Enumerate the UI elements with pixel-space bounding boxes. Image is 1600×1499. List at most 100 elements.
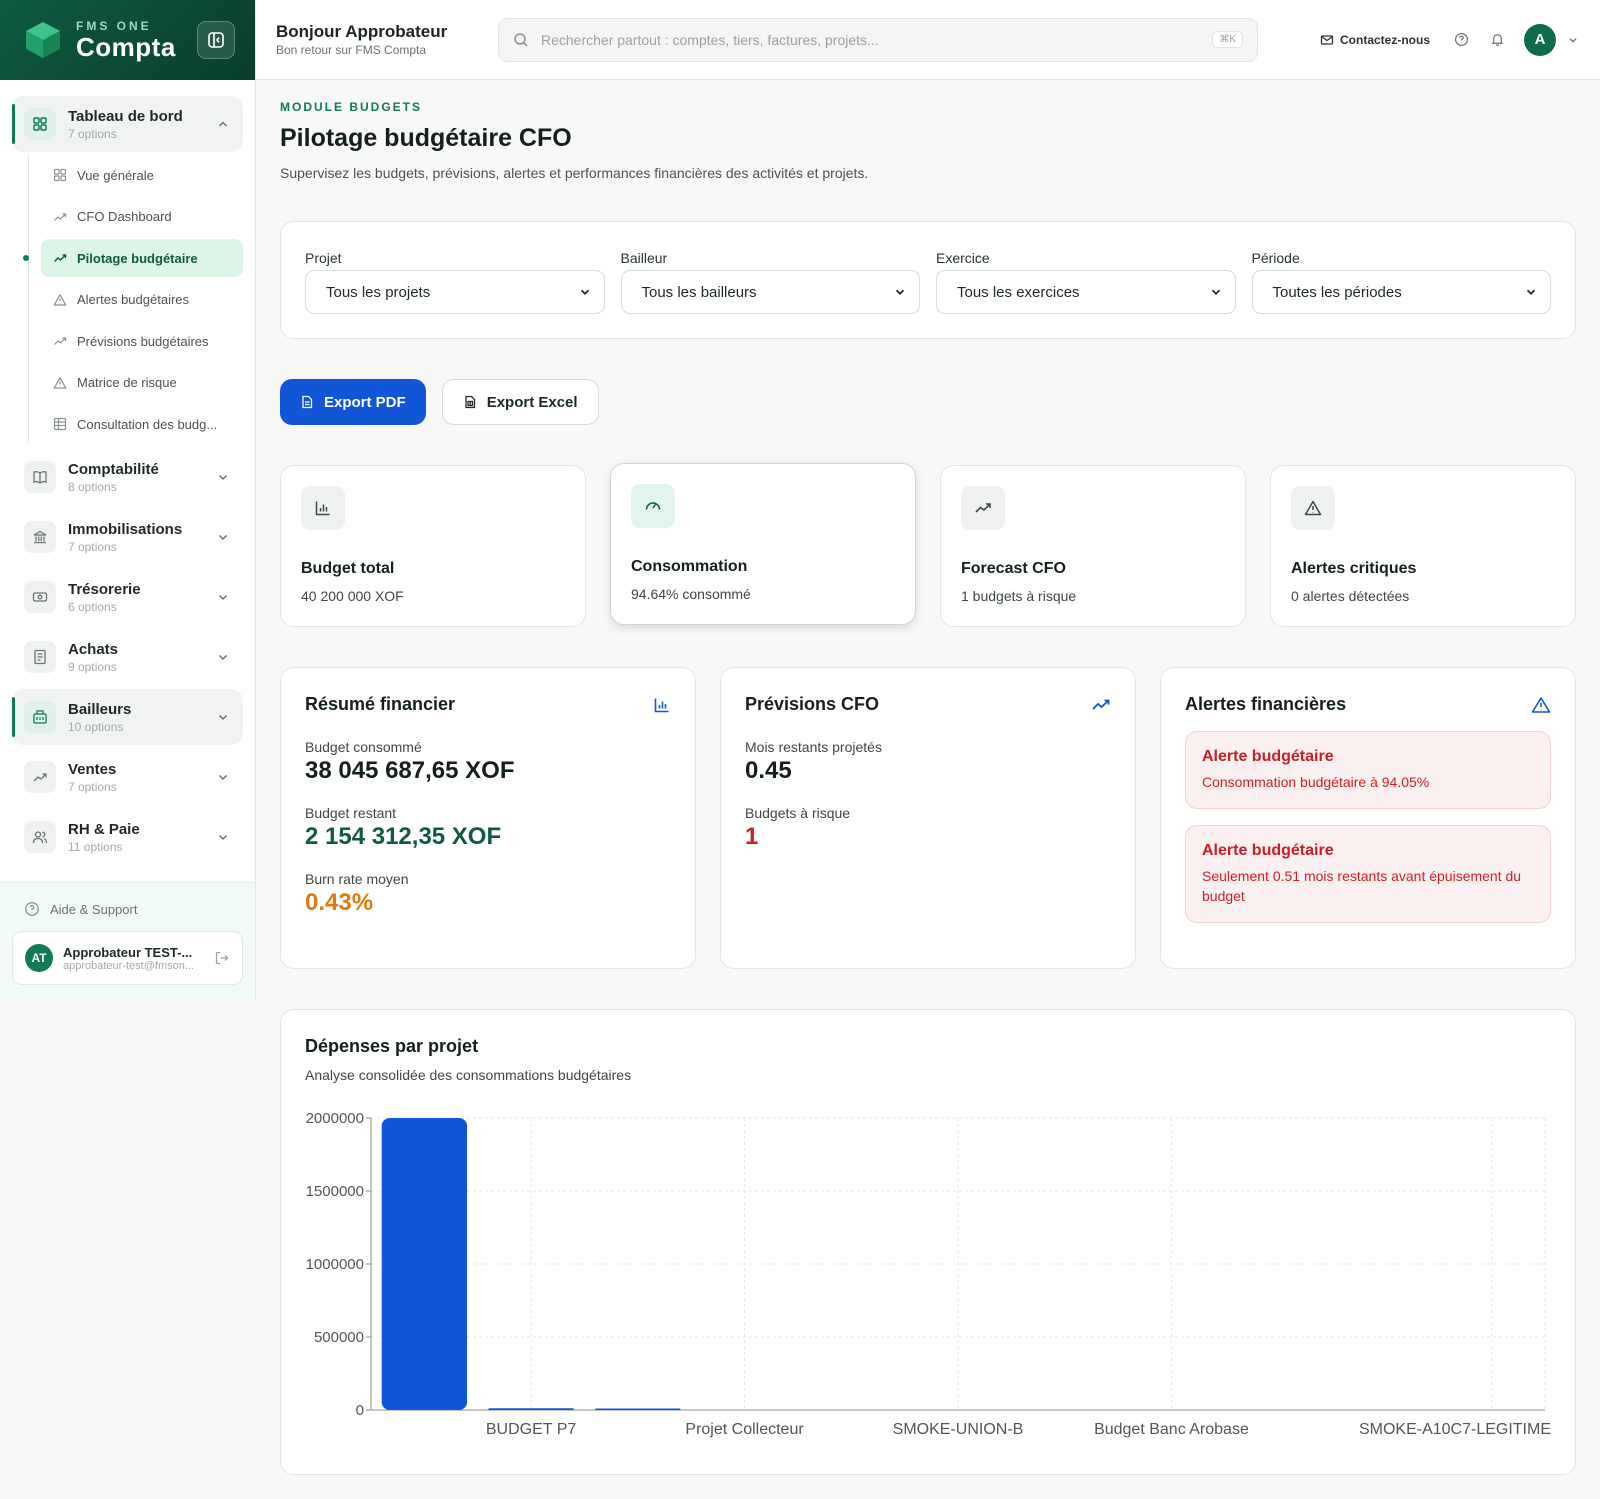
sidebar-group-count: 6 options [68, 599, 117, 614]
y-tick-label: 0 [356, 1402, 364, 1419]
sidebar-group-bailleurs[interactable]: Bailleurs 10 options [12, 689, 243, 745]
kpi-consommation[interactable]: Consommation 94.64% consommé [610, 463, 916, 625]
filter-label: Période [1251, 250, 1300, 266]
expenses-bar-chart: 0 500000 1000000 1500000 2000000 BUDGET P7 Pro… [306, 1110, 1551, 1438]
select-value: Tous les exercices [957, 283, 1080, 301]
metric-label: Burn rate moyen [305, 871, 409, 887]
sidebar-group-tableau-de-bord[interactable]: Tableau de bord 7 options [12, 96, 243, 152]
sidebar-group-count: 7 options [68, 539, 117, 554]
chevron-down-icon [218, 594, 228, 601]
trend-icon [54, 337, 67, 345]
kpi-budget-total[interactable]: Budget total 40 200 000 XOF [280, 465, 586, 627]
collapse-sidebar-button[interactable] [197, 21, 235, 59]
sidebar-group-label: Comptabilité [68, 460, 159, 478]
building-icon [24, 701, 56, 733]
main-content: MODULE BUDGETS Pilotage budgétaire CFO S… [280, 80, 1576, 1475]
sidebar-item-pilotage-budgetaire[interactable]: Pilotage budgétaire [23, 239, 243, 277]
kpi-title: Alertes critiques [1291, 560, 1417, 577]
select-value: Toutes les périodes [1272, 283, 1402, 301]
sidebar-group-label: RH & Paie [68, 820, 140, 838]
sidebar-item-cfo-dashboard[interactable]: CFO Dashboard [41, 198, 243, 236]
y-tick-label: 1000000 [306, 1256, 364, 1273]
bank-icon [24, 521, 56, 553]
user-avatar-button[interactable]: A [1524, 23, 1556, 56]
kpi-value: 1 budgets à risque [961, 588, 1077, 604]
bailleur-select[interactable]: Tous les bailleurs [620, 270, 920, 314]
mail-icon [1320, 34, 1334, 45]
chevron-down-icon[interactable] [1566, 33, 1580, 47]
kpi-alertes-critiques[interactable]: Alertes critiques 0 alertes détectées [1270, 465, 1576, 627]
trend-icon [1092, 699, 1110, 710]
chart-subtitle: Analyse consolidée des consommations bud… [305, 1067, 632, 1083]
projet-select[interactable]: Tous les projets [305, 270, 605, 314]
metric-budget-consomme: Budget consommé 38 045 687,65 XOF [305, 739, 671, 785]
chevron-down-icon [1211, 289, 1220, 295]
exercice-select[interactable]: Tous les exercices [936, 270, 1236, 314]
filter-projet: Projet Tous les projets [305, 250, 605, 338]
metric-mois-restants: Mois restants projetés 0.45 [745, 739, 1111, 785]
chevron-down-icon [218, 714, 228, 721]
filter-bailleur: Bailleur Tous les bailleurs [620, 250, 920, 338]
sidebar-item-consultation-des-budgets[interactable]: Consultation des budg... [41, 405, 243, 443]
export-excel-button[interactable]: Export Excel [441, 379, 599, 425]
metric-value: 2 154 312,35 XOF [305, 823, 502, 850]
y-tick-label: 1500000 [306, 1183, 364, 1200]
sidebar-item-alertes-budgetaires[interactable]: Alertes budgétaires [41, 281, 243, 319]
alert-item[interactable]: Alerte budgétaire Consommation budgétair… [1185, 731, 1551, 809]
logout-icon[interactable] [214, 950, 230, 966]
module-eyebrow: MODULE BUDGETS [280, 100, 422, 114]
chevron-down-icon [580, 289, 589, 295]
sidebar-item-previsions-budgetaires[interactable]: Prévisions budgétaires [41, 322, 243, 360]
sidebar-group-ventes[interactable]: Ventes 7 options [12, 749, 243, 805]
sidebar-collapse-icon [208, 32, 224, 48]
export-excel-label: Export Excel [486, 393, 578, 411]
metric-label: Mois restants projetés [745, 739, 882, 755]
sidebar-group-immobilisations[interactable]: Immobilisations 7 options [12, 509, 243, 565]
grid-icon [53, 168, 67, 182]
metric-label: Budgets à risque [745, 805, 851, 821]
metric-value: 1 [745, 823, 759, 850]
kpi-value: 0 alertes détectées [1291, 588, 1410, 604]
sidebar-item-label: Alertes budgétaires [77, 292, 190, 307]
sidebar-group-comptabilite[interactable]: Comptabilité 8 options [12, 449, 243, 505]
warning-icon [1291, 486, 1335, 530]
x-tick-label: SMOKE-UNION-B [893, 1421, 1024, 1438]
receipt-icon [24, 641, 56, 673]
sidebar-item-matrice-de-risque[interactable]: Matrice de risque [41, 364, 243, 402]
metric-budget-restant: Budget restant 2 154 312,35 XOF [305, 805, 671, 851]
sidebar-group-rh-paie[interactable]: RH & Paie 11 options [12, 809, 243, 865]
global-search[interactable]: ⌘K [498, 17, 1258, 62]
users-icon [24, 821, 56, 853]
sidebar-group-tresorerie[interactable]: Trésorerie 6 options [12, 569, 243, 625]
brand-name: Compta [76, 32, 176, 62]
help-support-link[interactable]: Aide & Support [12, 901, 243, 917]
sidebar-item-vue-generale[interactable]: Vue générale [41, 156, 243, 194]
chart-bar [595, 1408, 681, 1410]
alert-item[interactable]: Alerte budgétaire Seulement 0.51 mois re… [1185, 825, 1551, 923]
spreadsheet-icon [465, 395, 475, 409]
user-card[interactable]: AT Approbateur TEST-... approbateur-test… [12, 931, 243, 985]
sidebar-nav: Tableau de bord 7 options Vue générale C… [0, 80, 255, 865]
table-icon [53, 417, 67, 431]
kpi-forecast-cfo[interactable]: Forecast CFO 1 budgets à risque [940, 465, 1246, 627]
filter-periode: Période Toutes les périodes [1251, 250, 1551, 338]
warning-icon [53, 376, 67, 389]
contact-label: Contactez-nous [1340, 32, 1430, 47]
search-input[interactable] [541, 31, 1213, 48]
contact-link[interactable]: Contactez-nous [1320, 33, 1430, 47]
metric-value: 0.43% [305, 889, 374, 916]
sidebar-footer: Aide & Support AT Approbateur TEST-... a… [0, 882, 255, 1000]
search-shortcut-badge: ⌘K [1212, 31, 1243, 48]
page-description: Supervisez les budgets, prévisions, aler… [280, 165, 869, 181]
bar-chart-icon [301, 486, 345, 530]
export-pdf-button[interactable]: Export PDF [280, 379, 426, 425]
panel-title: Résumé financier [305, 694, 456, 714]
metric-budgets-a-risque: Budgets à risque 1 [745, 805, 1111, 851]
help-button[interactable] [1452, 31, 1470, 49]
filter-label: Projet [305, 250, 342, 266]
alert-text: Consommation budgétaire à 94.05% [1202, 774, 1430, 790]
metric-value: 0.45 [745, 757, 792, 784]
periode-select[interactable]: Toutes les périodes [1251, 270, 1551, 314]
sidebar-group-achats[interactable]: Achats 9 options [12, 629, 243, 685]
notifications-button[interactable] [1488, 31, 1506, 49]
